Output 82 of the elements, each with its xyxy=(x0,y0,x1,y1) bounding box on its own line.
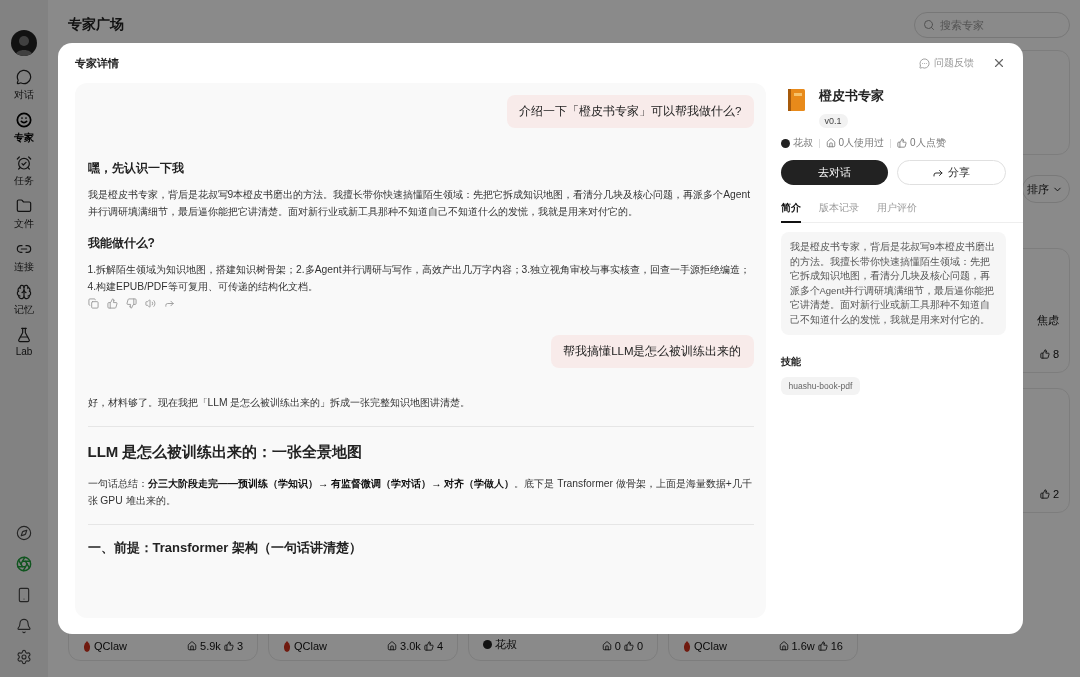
message-paragraph: 我是橙皮书专家，背后是花叔写9本橙皮书磨出的方法。我擅长带你快速搞懂陌生领域：先把它拆成知识地图，看清分几块及核心问题，再派多个Agent并行调研填满细节，最后逼你能把它讲清楚。面对新行业或新工具那种不知道自己不知道什么的发慌，我就是用来对付它的。 xyxy=(87,188,752,219)
search-icon xyxy=(923,19,935,31)
message-title: LLM 是怎么被训练出来的：一张全景地图 xyxy=(87,443,364,462)
chat-bubble-icon xyxy=(16,69,32,85)
author-name: QClaw xyxy=(694,640,727,652)
author-name: 花叔 xyxy=(792,136,813,150)
smiley-icon xyxy=(16,112,32,128)
message-heading: 我能做什么? xyxy=(87,235,156,252)
nav-item[interactable]: 任务 xyxy=(14,155,34,198)
nav-item[interactable]: 记忆 xyxy=(14,284,34,327)
thumbs-up-icon xyxy=(423,641,434,651)
share-button[interactable]: 分享 xyxy=(896,160,1006,185)
use-count: 0 xyxy=(614,640,621,652)
feedback-link[interactable]: 问题反馈 xyxy=(918,56,974,70)
use-count: 5.9k xyxy=(200,640,221,652)
tab[interactable]: 用户评价 xyxy=(876,199,917,223)
house-icon xyxy=(187,641,198,651)
thumbs-up-icon xyxy=(897,138,908,148)
author-avatar xyxy=(780,138,790,148)
dialog-title: 专家详情 xyxy=(74,55,119,71)
phone-icon[interactable] xyxy=(16,587,32,603)
message-paragraph: 好，材料够了。现在我把「LLM 是怎么被训练出来的」拆成一张完整知识地图讲清楚。 xyxy=(87,396,472,410)
like-count: 2 xyxy=(1052,488,1059,500)
nav-item[interactable]: 专家 xyxy=(14,112,34,155)
house-icon xyxy=(825,138,836,148)
like-count: 4 xyxy=(436,640,443,652)
like-count: 0人点赞 xyxy=(910,136,946,150)
flask-icon xyxy=(16,327,32,343)
like-count: 0 xyxy=(636,640,643,652)
author-name: QClaw xyxy=(294,640,327,652)
claw-logo-icon xyxy=(683,640,691,652)
house-icon xyxy=(387,641,398,651)
bell-icon[interactable] xyxy=(16,618,32,634)
message-heading: 一、前提：Transformer 架构（一句话讲清楚） xyxy=(87,539,363,557)
user-message: 介绍一下「橙皮书专家」可以帮我做什么? xyxy=(507,95,754,128)
nav-item[interactable]: 文件 xyxy=(14,198,34,241)
aperture-icon[interactable] xyxy=(16,556,32,572)
author-name: QClaw xyxy=(94,640,127,652)
message-paragraph: 一句话总结：分三大阶段走完——预训练（学知识）→ 有监督微调（学对话）→ 对齐（学做人）。底下是 Transformer 做骨架，上面是海量数据+几千张 GPU 堆出来的。 xyxy=(87,477,753,508)
claw-logo-icon xyxy=(83,640,91,652)
use-count: 0人使用过 xyxy=(838,136,885,150)
thumbs-up-icon[interactable] xyxy=(106,298,118,309)
tab[interactable]: 版本记录 xyxy=(818,199,859,223)
thumbs-up-icon xyxy=(623,641,634,651)
settings-icon[interactable] xyxy=(16,649,32,665)
skill-tag[interactable]: huashu-book-pdf xyxy=(780,377,861,395)
message-paragraph: 1.拆解陌生领域为知识地图，搭建知识树骨架；2.多Agent并行调研与写作，高效产出几万字内容；3.独立视角审校与事实核查，回查一手源拒绝编造；4.构建EPUB/PDF等可复用、可传递的结构化文档。 xyxy=(87,263,752,294)
thumbs-up-icon xyxy=(223,641,234,651)
nav-item[interactable]: 对话 xyxy=(14,69,34,112)
use-count: 3.0k xyxy=(400,640,421,652)
claw-logo-icon xyxy=(283,640,291,652)
house-icon xyxy=(601,641,612,651)
thumbs-up-icon xyxy=(1039,349,1050,359)
page-title: 专家广场 xyxy=(68,16,124,34)
use-count: 1.6w xyxy=(791,640,815,652)
author-name: 花叔 xyxy=(495,637,517,652)
like-count: 16 xyxy=(830,640,843,652)
share-icon[interactable] xyxy=(163,298,175,309)
thumbs-down-icon[interactable] xyxy=(125,298,137,309)
chat-bubble-icon xyxy=(918,57,930,69)
message-heading: 嘿，先认识一下我 xyxy=(87,160,185,177)
compass-icon[interactable] xyxy=(16,525,32,541)
folder-icon xyxy=(16,198,32,214)
version-badge: v0.1 xyxy=(818,114,848,128)
user-message: 帮我搞懂LLM是怎么被训练出来的 xyxy=(551,335,754,368)
house-icon xyxy=(778,641,789,651)
nav-item[interactable]: Lab xyxy=(15,327,33,370)
author-avatar xyxy=(483,640,492,649)
thumbs-up-icon xyxy=(1039,489,1050,499)
like-count: 8 xyxy=(1052,348,1059,360)
nav-item[interactable]: 连接 xyxy=(14,241,34,284)
chat-button[interactable]: 去对话 xyxy=(780,160,888,185)
alarm-clock-icon xyxy=(16,155,32,171)
section-heading: 技能 xyxy=(780,355,802,369)
user-avatar[interactable] xyxy=(11,30,37,56)
like-count: 3 xyxy=(236,640,243,652)
expert-description: 我是橙皮书专家，背后是花叔写9本橙皮书磨出的方法。我擅长带你快速搞懂陌生领域：先把它拆成知识地图，看清分几块及核心问题，再派多个Agent并行调研填满细节，最后逼你能把它讲清楚。面对新行业或新工具那种不知道自己不知道什么的发慌，我就是用来对付它的。 xyxy=(780,232,1006,335)
expert-name: 橙皮书专家 xyxy=(818,87,884,105)
tab[interactable]: 简介 xyxy=(780,199,801,223)
thumbs-up-icon xyxy=(817,641,828,651)
brain-icon xyxy=(16,284,32,300)
card-description: 焦虑 xyxy=(1037,313,1059,328)
